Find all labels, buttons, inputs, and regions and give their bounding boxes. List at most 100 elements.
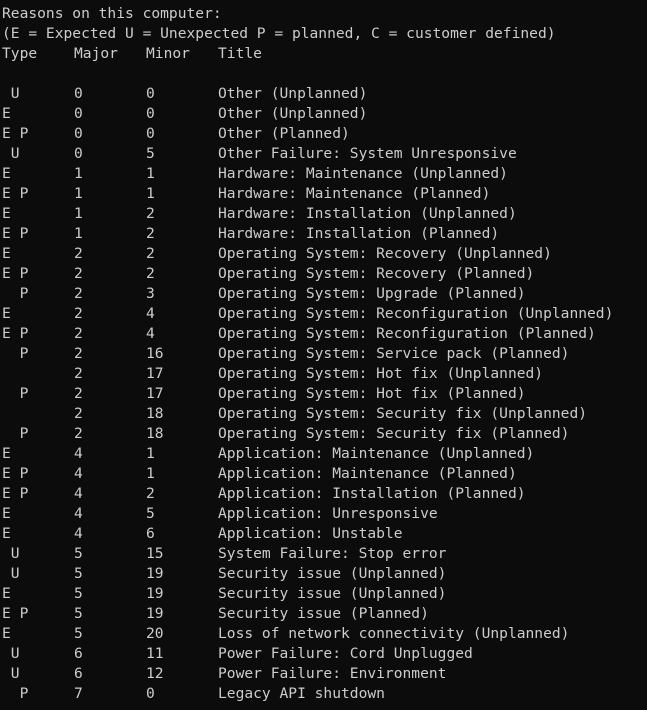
reason-type: P <box>2 285 29 302</box>
reason-row: E 4 1 Application: Maintenance (Unplanned) <box>0 444 647 464</box>
reason-major: 0 <box>74 145 83 162</box>
legend-line: (E = Expected U = Unexpected P = planned… <box>0 24 647 44</box>
reason-type: E <box>2 205 11 222</box>
reason-major: 2 <box>74 245 83 262</box>
reason-minor: 16 <box>146 345 164 362</box>
reason-major: 4 <box>74 445 83 462</box>
reason-row: E P 0 0 Other (Planned) <box>0 124 647 144</box>
reason-minor: 19 <box>146 585 164 602</box>
reason-type: E P <box>2 485 29 502</box>
column-header-minor: Minor <box>146 45 190 62</box>
column-header-row: Type Major Minor Title <box>0 44 647 64</box>
console-window[interactable]: Reasons on this computer: (E = Expected … <box>0 0 647 710</box>
reason-type: E P <box>2 465 29 482</box>
reason-title: Operating System: Reconfiguration (Unpla… <box>218 305 614 322</box>
reason-type: E P <box>2 225 29 242</box>
reason-row: P 7 0 Legacy API shutdown <box>0 684 647 704</box>
reason-title: Power Failure: Cord Unplugged <box>218 645 473 662</box>
reason-title: Operating System: Hot fix (Unplanned) <box>218 365 544 382</box>
reason-row: 2 17 Operating System: Hot fix (Unplanned) <box>0 364 647 384</box>
reason-type: E <box>2 525 11 542</box>
reason-major: 6 <box>74 665 83 682</box>
reason-row: E P 2 2 Operating System: Recovery (Planned… <box>0 264 647 284</box>
reason-minor: 11 <box>146 645 164 662</box>
reason-type: U <box>2 85 20 102</box>
reason-row: P 2 18 Operating System: Security fix (Plan… <box>0 424 647 444</box>
reason-type: P <box>2 425 29 442</box>
reason-row: E 4 5 Application: Unresponsive <box>0 504 647 524</box>
reason-type: E P <box>2 605 29 622</box>
reason-minor: 2 <box>146 225 155 242</box>
reason-title: Application: Maintenance (Planned) <box>218 465 517 482</box>
reason-title: Power Failure: Environment <box>218 665 447 682</box>
reason-type: E P <box>2 265 29 282</box>
reasons-heading: Reasons on this computer: <box>2 5 222 22</box>
reason-row: E 1 2 Hardware: Installation (Unplanned) <box>0 204 647 224</box>
reason-major: 2 <box>74 265 83 282</box>
reason-row: E P 1 2 Hardware: Installation (Planned) <box>0 224 647 244</box>
reason-minor: 19 <box>146 605 164 622</box>
reason-row: P 2 3 Operating System: Upgrade (Planned) <box>0 284 647 304</box>
reason-type: P <box>2 385 29 402</box>
reason-row: E 4 6 Application: Unstable <box>0 524 647 544</box>
reason-type: P <box>2 345 29 362</box>
reason-type: E P <box>2 185 29 202</box>
reason-type: E <box>2 165 11 182</box>
reason-title: Application: Installation (Planned) <box>218 485 526 502</box>
reason-title: Security issue (Planned) <box>218 605 429 622</box>
reason-title: Application: Maintenance (Unplanned) <box>218 445 535 462</box>
reason-major: 2 <box>74 405 83 422</box>
reason-major: 7 <box>74 685 83 702</box>
reason-title: Hardware: Maintenance (Planned) <box>218 185 491 202</box>
reason-minor: 2 <box>146 205 155 222</box>
reason-row: E 1 1 Hardware: Maintenance (Unplanned) <box>0 164 647 184</box>
reason-major: 2 <box>74 325 83 342</box>
reason-type: E P <box>2 325 29 342</box>
reason-minor: 2 <box>146 245 155 262</box>
reason-major: 4 <box>74 505 83 522</box>
reason-minor: 20 <box>146 625 164 642</box>
reason-row: U 0 0 Other (Unplanned) <box>0 84 647 104</box>
reason-minor: 17 <box>146 385 164 402</box>
reason-row: E 5 19 Security issue (Unplanned) <box>0 584 647 604</box>
reason-minor: 0 <box>146 85 155 102</box>
reason-row: U 6 12 Power Failure: Environment <box>0 664 647 684</box>
reason-title: Hardware: Installation (Planned) <box>218 225 500 242</box>
reason-major: 2 <box>74 365 83 382</box>
reason-major: 5 <box>74 545 83 562</box>
reason-row: P 2 17 Operating System: Hot fix (Planned) <box>0 384 647 404</box>
reason-row: U 5 15 System Failure: Stop error <box>0 544 647 564</box>
reason-type: U <box>2 145 20 162</box>
reason-title: Hardware: Installation (Unplanned) <box>218 205 517 222</box>
reason-type: E <box>2 625 11 642</box>
reason-title: Operating System: Hot fix (Planned) <box>218 385 526 402</box>
reason-title: Legacy API shutdown <box>218 685 385 702</box>
reason-title: Operating System: Security fix (Unplanne… <box>218 405 588 422</box>
reason-major: 2 <box>74 385 83 402</box>
reason-minor: 1 <box>146 465 155 482</box>
reason-type: U <box>2 645 20 662</box>
reason-row: E P 4 1 Application: Maintenance (Planned) <box>0 464 647 484</box>
reason-title: Hardware: Maintenance (Unplanned) <box>218 165 508 182</box>
type-legend: (E = Expected U = Unexpected P = planned… <box>2 25 556 42</box>
reason-row: U 0 5 Other Failure: System Unresponsive <box>0 144 647 164</box>
reason-minor: 17 <box>146 365 164 382</box>
reason-title: Operating System: Recovery (Unplanned) <box>218 245 552 262</box>
reason-title: Security issue (Unplanned) <box>218 585 447 602</box>
reason-minor: 18 <box>146 425 164 442</box>
reason-row: 2 18 Operating System: Security fix (Unpla… <box>0 404 647 424</box>
column-header-title: Title <box>218 45 262 62</box>
reason-type: E <box>2 445 11 462</box>
reason-row: E 2 2 Operating System: Recovery (Unplanned… <box>0 244 647 264</box>
reason-title: Other (Unplanned) <box>218 105 368 122</box>
reason-minor: 12 <box>146 665 164 682</box>
reason-title: System Failure: Stop error <box>218 545 447 562</box>
reason-title: Security issue (Unplanned) <box>218 565 447 582</box>
reason-minor: 0 <box>146 125 155 142</box>
reason-minor: 15 <box>146 545 164 562</box>
reason-major: 4 <box>74 465 83 482</box>
column-header-major: Major <box>74 45 118 62</box>
reason-major: 2 <box>74 425 83 442</box>
reason-title: Application: Unresponsive <box>218 505 438 522</box>
reason-type: E <box>2 105 11 122</box>
